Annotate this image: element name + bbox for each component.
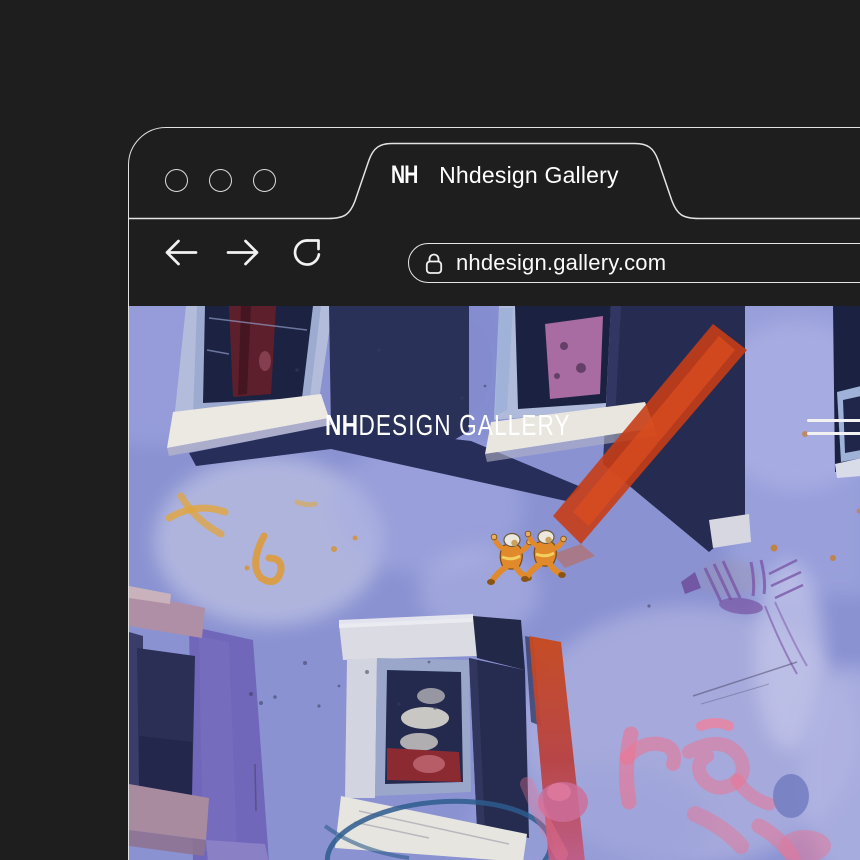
window-control-icon[interactable] [165, 169, 188, 192]
tab-bar: NH Nhdesign Gallery [129, 128, 860, 218]
hamburger-menu-icon[interactable] [807, 419, 860, 435]
nav-buttons [157, 232, 357, 274]
active-tab[interactable]: NH Nhdesign Gallery [391, 157, 619, 193]
browser-toolbar: nhdesign.gallery.com [129, 218, 860, 306]
back-icon[interactable] [167, 241, 196, 264]
lock-icon [424, 252, 444, 275]
hamburger-bar [807, 419, 860, 422]
tab-favicon-logo: NH [391, 161, 418, 190]
hamburger-bar [807, 432, 860, 435]
browser-window: NH Nhdesign Gallery [128, 127, 860, 860]
url-text: nhdesign.gallery.com [456, 250, 666, 276]
desktop-backdrop: NH Nhdesign Gallery [0, 0, 860, 860]
window-control-icon[interactable] [253, 169, 276, 192]
site-brand-bold: NH [325, 410, 358, 442]
window-right-edge [833, 306, 860, 478]
page-viewport: NHDESIGN GALLERY [129, 306, 860, 860]
hero-artwork [129, 306, 860, 860]
window-controls [165, 169, 276, 192]
forward-icon[interactable] [228, 241, 257, 264]
site-brand-title: NHDESIGN GALLERY [325, 412, 571, 441]
address-bar[interactable]: nhdesign.gallery.com [408, 243, 860, 283]
tab-title: Nhdesign Gallery [439, 162, 619, 189]
reload-icon[interactable] [295, 241, 319, 265]
site-brand-rest: DESIGN GALLERY [358, 410, 570, 442]
window-control-icon[interactable] [209, 169, 232, 192]
